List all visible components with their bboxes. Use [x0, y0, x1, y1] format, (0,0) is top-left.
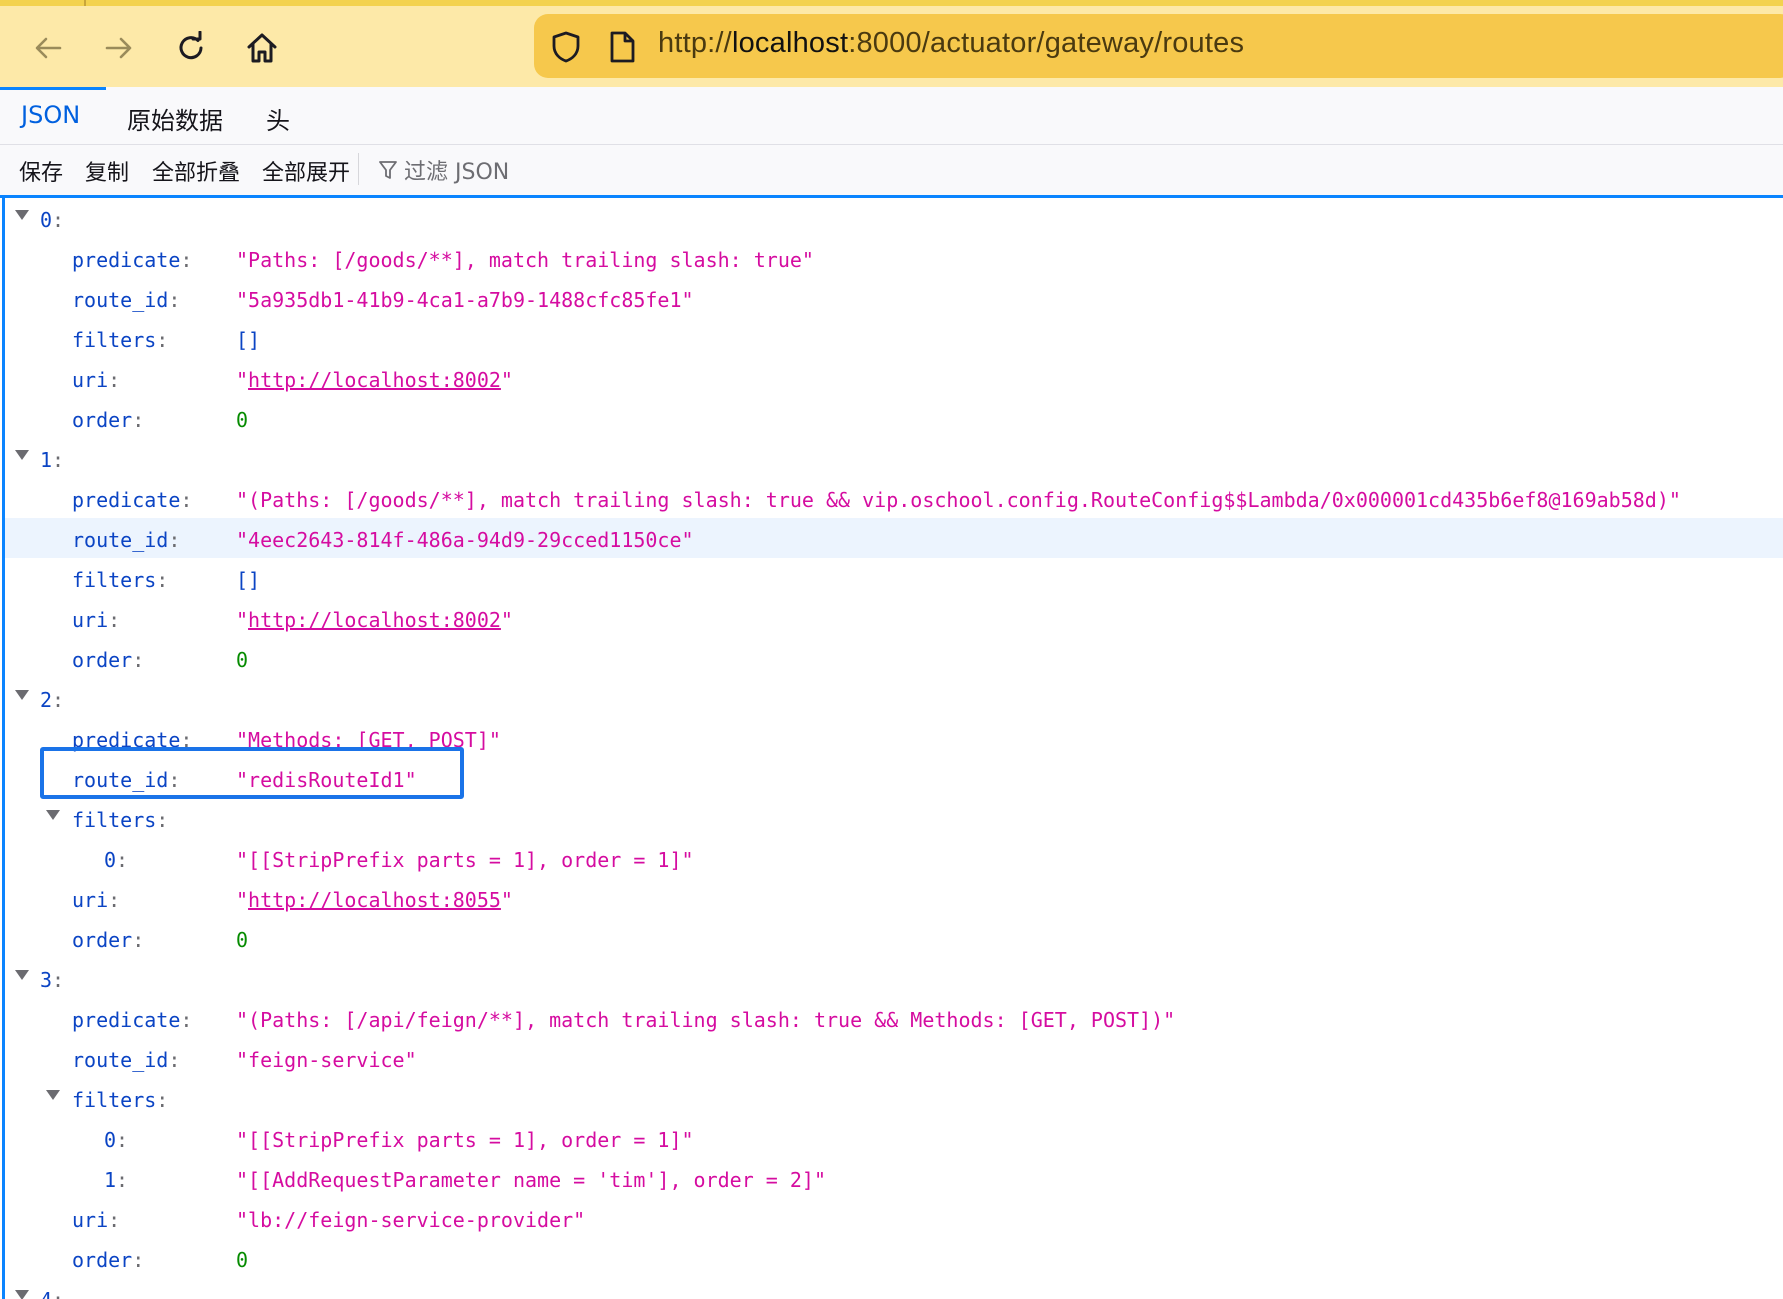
url-host: localhost	[731, 27, 849, 59]
route-id-value: "feign-service"	[236, 1048, 417, 1072]
tab-raw-data[interactable]: 原始数据	[127, 101, 223, 136]
uri-link[interactable]: http://localhost:8055	[248, 888, 501, 912]
tree-row-uri[interactable]: uri: "http://localhost:8002"	[5, 598, 1783, 638]
tree-row-uri[interactable]: uri: "lb://feign-service-provider"	[5, 1198, 1783, 1238]
predicate-value: "(Paths: [/goods/**], match trailing sla…	[236, 488, 1681, 512]
uri-link[interactable]: http://localhost:8002	[248, 608, 501, 632]
tree-row-index[interactable]: 3:	[5, 958, 1783, 998]
collapse-triangle-icon[interactable]	[15, 690, 29, 700]
tree-row-index[interactable]: 1:	[5, 438, 1783, 478]
uri-value: "lb://feign-service-provider"	[236, 1208, 586, 1232]
toolbar-divider	[358, 153, 359, 185]
order-value: 0	[236, 408, 249, 432]
back-arrow-icon[interactable]	[26, 26, 70, 70]
tree-row-filters[interactable]: filters: []	[5, 558, 1783, 598]
tab-json[interactable]: JSON	[21, 101, 80, 129]
tree-row-filter-item[interactable]: 0: "[[StripPrefix parts = 1], order = 1]…	[5, 838, 1783, 878]
forward-arrow-icon[interactable]	[97, 26, 141, 70]
tree-row-index[interactable]: 0:	[5, 198, 1783, 238]
tree-row-predicate[interactable]: predicate: "(Paths: [/api/feign/**], mat…	[5, 998, 1783, 1038]
tree-row-order[interactable]: order: 0	[5, 398, 1783, 438]
filters-value: []	[236, 568, 261, 592]
collapse-triangle-icon[interactable]	[46, 1090, 60, 1100]
page-icon[interactable]	[608, 30, 636, 68]
tree-row-route-id[interactable]: route_id: "5a935db1-41b9-4ca1-a7b9-1488c…	[5, 278, 1783, 318]
filters-value: []	[236, 328, 261, 352]
json-toolbar: 保存 复制 全部折叠 全部展开 过滤 JSON	[0, 145, 1783, 198]
save-button[interactable]: 保存	[19, 155, 63, 187]
tree-row-predicate[interactable]: predicate: "Paths: [/goods/**], match tr…	[5, 238, 1783, 278]
predicate-value: "(Paths: [/api/feign/**], match trailing…	[236, 1008, 1176, 1032]
tree-row-route-id[interactable]: route_id: "feign-service"	[5, 1038, 1783, 1078]
tree-row-filters[interactable]: filters:	[5, 1078, 1783, 1118]
filter-icon	[379, 161, 397, 179]
collapse-triangle-icon[interactable]	[15, 210, 29, 220]
viewer-tabs: JSON 原始数据 头	[0, 87, 1783, 145]
tree-row-filter-item[interactable]: 0: "[[StripPrefix parts = 1], order = 1]…	[5, 1118, 1783, 1158]
tree-row-uri[interactable]: uri: "http://localhost:8055"	[5, 878, 1783, 918]
tab-headers[interactable]: 头	[266, 101, 290, 136]
tree-row-filter-item[interactable]: 1: "[[AddRequestParameter name = 'tim'],…	[5, 1158, 1783, 1198]
collapse-triangle-icon[interactable]	[15, 1290, 29, 1299]
copy-button[interactable]: 复制	[85, 155, 129, 187]
annotation-highlight-box	[40, 747, 464, 799]
filter-item-value: "[[StripPrefix parts = 1], order = 1]"	[236, 848, 694, 872]
filter-json-input[interactable]: 过滤 JSON	[378, 154, 509, 186]
tree-row-predicate[interactable]: predicate: "(Paths: [/goods/**], match t…	[5, 478, 1783, 518]
navigation-toolbar: http://localhost:8000/actuator/gateway/r…	[0, 6, 1783, 87]
collapse-triangle-icon[interactable]	[46, 810, 60, 820]
tree-row-order[interactable]: order: 0	[5, 638, 1783, 678]
filter-item-value: "[[AddRequestParameter name = 'tim'], or…	[236, 1168, 827, 1192]
tree-row-order[interactable]: order: 0	[5, 1238, 1783, 1278]
collapse-triangle-icon[interactable]	[15, 970, 29, 980]
expand-all-button[interactable]: 全部展开	[262, 155, 350, 187]
tree-row-filters[interactable]: filters: []	[5, 318, 1783, 358]
active-tab-indicator	[0, 87, 106, 90]
tree-row-filters[interactable]: filters:	[5, 798, 1783, 838]
collapse-all-button[interactable]: 全部折叠	[152, 155, 240, 187]
address-bar[interactable]: http://localhost:8000/actuator/gateway/r…	[534, 14, 1783, 78]
url-text[interactable]: http://localhost:8000/actuator/gateway/r…	[658, 27, 1244, 60]
shield-icon[interactable]	[550, 30, 582, 68]
home-icon[interactable]	[240, 26, 284, 70]
collapse-triangle-icon[interactable]	[15, 450, 29, 460]
filter-item-value: "[[StripPrefix parts = 1], order = 1]"	[236, 1128, 694, 1152]
order-value: 0	[236, 1248, 249, 1272]
uri-link[interactable]: http://localhost:8002	[248, 368, 501, 392]
tree-row-route-id[interactable]: route_id: "4eec2643-814f-486a-94d9-29cce…	[5, 518, 1783, 558]
order-value: 0	[236, 928, 249, 952]
predicate-value: "Paths: [/goods/**], match trailing slas…	[236, 248, 814, 272]
tree-row-index[interactable]: 2:	[5, 678, 1783, 718]
tree-row-order[interactable]: order: 0	[5, 918, 1783, 958]
order-value: 0	[236, 648, 249, 672]
route-id-value: "5a935db1-41b9-4ca1-a7b9-1488cfc85fe1"	[236, 288, 694, 312]
tree-row-index[interactable]: 4:	[5, 1278, 1783, 1299]
reload-icon[interactable]	[169, 26, 213, 70]
route-id-value: "4eec2643-814f-486a-94d9-29cced1150ce"	[236, 528, 694, 552]
tree-row-uri[interactable]: uri: "http://localhost:8002"	[5, 358, 1783, 398]
